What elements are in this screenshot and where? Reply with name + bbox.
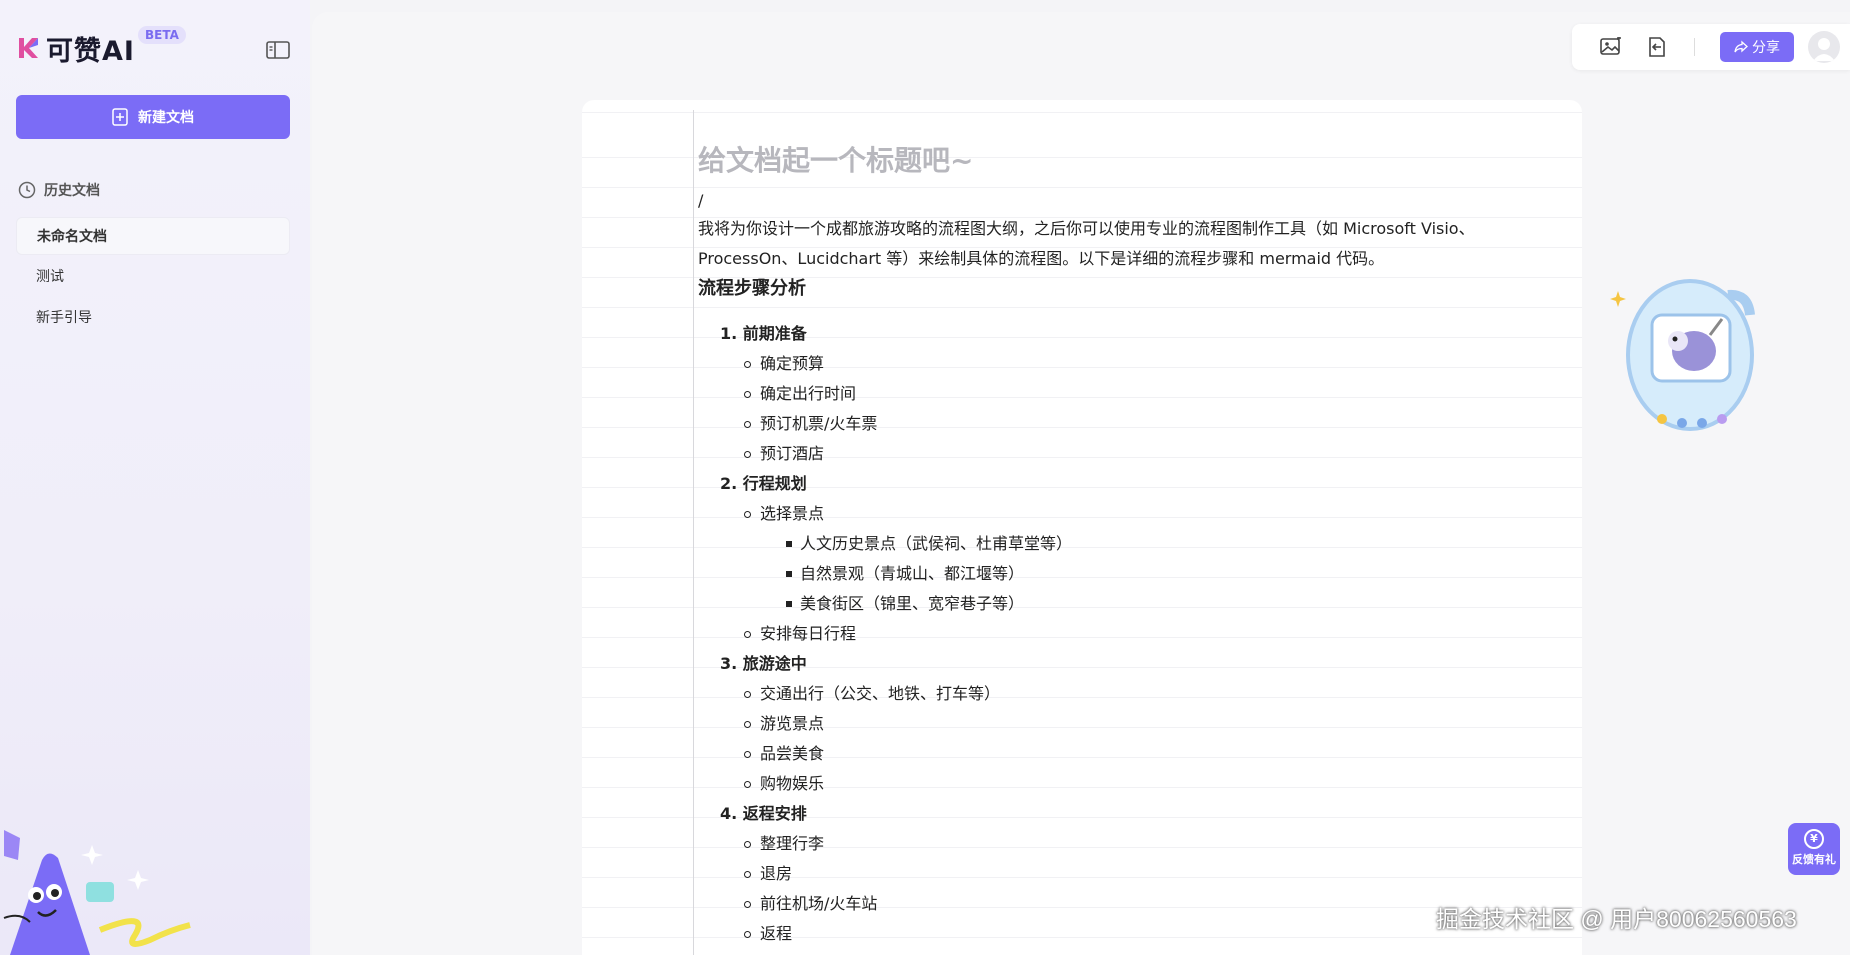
list-item: 预订酒店 [698, 439, 1558, 469]
list-item: 退房 [698, 859, 1558, 889]
list-item: 预订机票/火车票 [698, 409, 1558, 439]
history-item-guide[interactable]: 新手引导 [16, 299, 290, 337]
history-label: 历史文档 [44, 183, 100, 199]
user-avatar[interactable] [1808, 31, 1840, 63]
step-title: 2. 行程规划 [720, 474, 807, 493]
sidebar: 可赞AI BETA 新建文档 历史文档 未命名文档 测试 新手引导 [0, 0, 310, 955]
history-item-test[interactable]: 测试 [16, 258, 290, 296]
share-icon [1734, 40, 1748, 53]
beta-badge: BETA [138, 26, 186, 44]
brand-name: 可赞AI [46, 35, 135, 67]
feedback-button[interactable]: ¥ 反馈有礼 [1788, 823, 1840, 875]
feedback-label: 反馈有礼 [1792, 853, 1836, 866]
share-button[interactable]: 分享 [1720, 32, 1794, 62]
toolbar-divider [1694, 38, 1695, 56]
tamagotchi-sticker[interactable] [1610, 275, 1760, 435]
image-icon[interactable] [1600, 37, 1622, 57]
new-document-label: 新建文档 [138, 110, 194, 126]
list-item: 品尝美食 [698, 739, 1558, 769]
mascot-illustration [3, 830, 191, 955]
list-item: 前往机场/火车站 [698, 889, 1558, 919]
list-item: 整理行李 [698, 829, 1558, 859]
step-title: 3. 旅游途中 [720, 654, 807, 673]
sub-list-item: 美食街区（锦里、宽窄巷子等） [698, 589, 1558, 619]
user-icon [1813, 38, 1835, 61]
document-title-input[interactable]: 给文档起一个标题吧~ [698, 138, 1558, 184]
new-document-icon [112, 108, 128, 126]
list-item: 确定预算 [698, 349, 1558, 379]
step-title: 4. 返程安排 [720, 804, 807, 823]
step-title: 1. 前期准备 [720, 324, 807, 343]
new-document-button[interactable]: 新建文档 [16, 95, 290, 139]
margin-line [693, 110, 694, 955]
list-item: 返程 [698, 919, 1558, 949]
history-header: 历史文档 [18, 180, 100, 200]
list-item: 游览景点 [698, 709, 1558, 739]
import-icon[interactable] [1646, 37, 1668, 57]
logo-icon [19, 38, 38, 58]
intro-line-2: ProcessOn、Lucidchart 等）来绘制具体的流程图。以下是详细的流… [698, 249, 1385, 268]
history-list: 未命名文档 测试 新手引导 [16, 217, 290, 340]
list-item: 购物娱乐 [698, 769, 1558, 799]
logo[interactable]: 可赞AI [16, 28, 135, 68]
top-toolbar: 分享 [1572, 24, 1850, 70]
sidebar-collapse-icon[interactable] [266, 40, 290, 60]
section-heading: 流程步骤分析 [698, 278, 806, 299]
list-item: 安排每日行程 [698, 619, 1558, 649]
history-item-untitled[interactable]: 未命名文档 [16, 217, 290, 255]
coin-icon: ¥ [1804, 829, 1824, 849]
sub-list-item: 人文历史景点（武侯祠、杜甫草堂等） [698, 529, 1558, 559]
watermark: 掘金技术社区 @ 用户80062560563 [1436, 906, 1797, 932]
clock-icon [18, 181, 36, 199]
document-editor[interactable]: 给文档起一个标题吧~ / 我将为你设计一个成都旅游攻略的流程图大纲，之后你可以使… [582, 100, 1582, 955]
list-item: 交通出行（公交、地铁、打车等） [698, 679, 1558, 709]
document-body: 给文档起一个标题吧~ / 我将为你设计一个成都旅游攻略的流程图大纲，之后你可以使… [698, 138, 1558, 949]
list-item: 确定出行时间 [698, 379, 1558, 409]
intro-line-1: 我将为你设计一个成都旅游攻略的流程图大纲，之后你可以使用专业的流程图制作工具（如… [698, 219, 1475, 238]
share-label: 分享 [1752, 40, 1780, 56]
sub-list-item: 自然景观（青城山、都江堰等） [698, 559, 1558, 589]
list-item: 选择景点 [698, 499, 1558, 529]
slash-command: / [698, 191, 704, 210]
